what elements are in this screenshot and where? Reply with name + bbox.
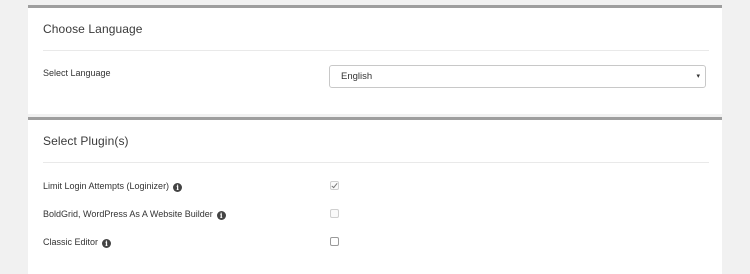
plugin-label-text: Classic Editor [43,237,99,247]
plugin-row-boldgrid: BoldGrid, WordPress As A Website Builder… [43,208,708,222]
plugin-checkbox-loginizer[interactable] [330,181,339,190]
info-icon[interactable]: i [102,239,112,248]
language-select[interactable]: English ▾ [329,65,706,88]
plugin-label: BoldGrid, WordPress As A Website Builder… [43,209,226,220]
choose-language-title: Choose Language [43,22,143,36]
info-icon[interactable]: i [216,211,226,220]
info-icon[interactable]: i [173,183,183,192]
divider [43,162,709,163]
choose-language-panel: Choose Language Select Language English … [28,5,722,114]
plugin-row-loginizer: Limit Login Attempts (Loginizer) i [43,180,708,194]
select-plugins-panel: Select Plugin(s) Limit Login Attempts (L… [28,117,722,274]
plugin-label-text: Limit Login Attempts (Loginizer) [43,181,170,191]
plugin-label-text: BoldGrid, WordPress As A Website Builder [43,209,213,219]
select-plugins-title: Select Plugin(s) [43,134,129,148]
select-language-label: Select Language [43,68,111,78]
chevron-down-icon: ▾ [696,73,700,80]
language-select-value: English [341,71,373,82]
plugin-checkbox-boldgrid[interactable] [330,209,339,218]
plugin-checkbox-classic-editor[interactable] [330,237,339,246]
divider [43,50,709,51]
plugin-label: Limit Login Attempts (Loginizer) i [43,181,183,192]
plugin-label: Classic Editor i [43,237,112,248]
plugin-row-classic-editor: Classic Editor i [43,236,708,250]
